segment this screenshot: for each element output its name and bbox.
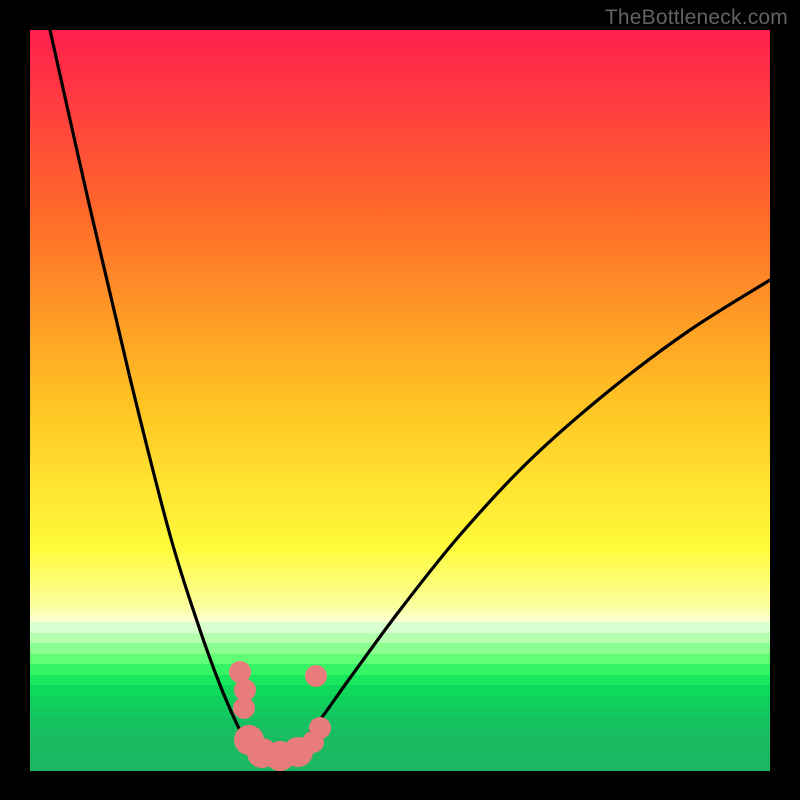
data-point-dot <box>233 697 255 719</box>
data-point-layer <box>30 30 770 770</box>
data-point-dot <box>305 665 327 687</box>
watermark-text: TheBottleneck.com <box>605 6 788 30</box>
data-point-dot <box>309 717 331 739</box>
plot-area <box>30 30 770 770</box>
